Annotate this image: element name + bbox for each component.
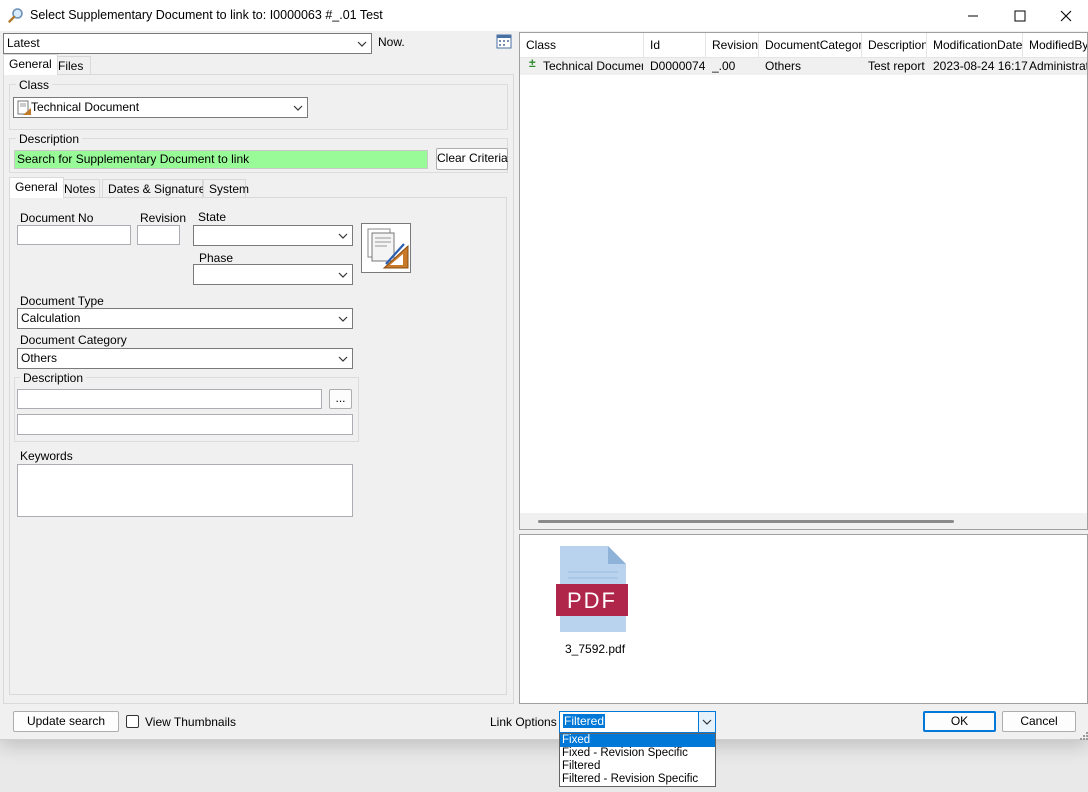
tab-label: Dates & Signatures bbox=[108, 182, 212, 196]
column-header-description[interactable]: Description bbox=[862, 33, 927, 58]
description-search-value: Search for Supplementary Document to lin… bbox=[17, 152, 250, 166]
phase-combo[interactable] bbox=[193, 264, 353, 285]
phase-label: Phase bbox=[199, 251, 234, 265]
tab-notes[interactable]: Notes bbox=[58, 179, 100, 198]
row-revision: _.00 bbox=[712, 59, 736, 73]
document-category-value: Others bbox=[21, 351, 58, 365]
document-template-button[interactable] bbox=[361, 223, 411, 273]
view-thumbnails-checkbox[interactable] bbox=[126, 715, 139, 728]
close-button[interactable] bbox=[1043, 0, 1088, 31]
tab-label: Notes bbox=[64, 182, 96, 196]
document-category-label: Document Category bbox=[20, 333, 127, 347]
state-combo[interactable] bbox=[193, 225, 353, 246]
description-search-input[interactable]: Search for Supplementary Document to lin… bbox=[14, 150, 428, 169]
tab-general-outer[interactable]: General bbox=[3, 54, 58, 75]
view-thumbnails-label: View Thumbnails bbox=[145, 715, 236, 729]
tab-dates-signatures[interactable]: Dates & Signatures bbox=[102, 179, 211, 198]
form-description-label: Description bbox=[20, 371, 87, 385]
tab-label: General bbox=[9, 57, 52, 71]
horizontal-scrollbar[interactable] bbox=[520, 513, 1087, 529]
window-title: Select Supplementary Document to link to… bbox=[30, 8, 383, 22]
revision-label: Revision bbox=[140, 211, 187, 225]
chevron-down-icon bbox=[336, 268, 350, 282]
minimize-button[interactable] bbox=[950, 0, 996, 31]
row-category: Others bbox=[765, 59, 802, 73]
maximize-button[interactable] bbox=[997, 0, 1043, 31]
row-modified-by: Administrator bbox=[1029, 59, 1087, 73]
pdf-badge-label: PDF bbox=[567, 588, 617, 613]
expand-icon[interactable]: ± bbox=[529, 56, 536, 70]
table-row[interactable]: ± Technical Document D0000074 _.00 Other… bbox=[520, 56, 1087, 75]
version-value: Latest bbox=[7, 36, 40, 50]
now-label: Now. bbox=[378, 35, 405, 49]
row-id: D0000074 bbox=[650, 59, 706, 73]
tab-general-inner[interactable]: General bbox=[9, 177, 64, 198]
row-description: Test report bbox=[868, 59, 925, 73]
tab-system[interactable]: System bbox=[203, 179, 250, 198]
document-type-combo[interactable]: Calculation bbox=[17, 308, 353, 329]
tab-label: General bbox=[15, 180, 58, 194]
document-category-combo[interactable]: Others bbox=[17, 348, 353, 369]
keywords-label: Keywords bbox=[20, 449, 73, 463]
document-drafting-icon bbox=[367, 228, 409, 269]
description-input[interactable] bbox=[17, 389, 322, 409]
technical-document-icon bbox=[16, 100, 32, 117]
chevron-down-icon[interactable] bbox=[698, 712, 715, 732]
state-label: State bbox=[198, 210, 227, 224]
column-header-id[interactable]: Id bbox=[644, 33, 706, 58]
keywords-input[interactable] bbox=[17, 464, 353, 517]
chevron-down-icon bbox=[291, 101, 305, 115]
document-no-input[interactable] bbox=[17, 225, 131, 245]
title-bar: Select Supplementary Document to link to… bbox=[0, 0, 1088, 31]
class-value: Technical Document bbox=[31, 100, 140, 114]
chevron-down-icon bbox=[336, 229, 350, 243]
link-options-dropdown: Fixed Fixed - Revision Specific Filtered… bbox=[559, 733, 716, 787]
grid-header: Class Id Revision DocumentCategory Descr… bbox=[520, 33, 1087, 58]
chevron-down-icon bbox=[336, 352, 350, 366]
calendar-icon[interactable] bbox=[495, 32, 513, 50]
tab-label: Files bbox=[58, 59, 84, 73]
results-grid: Class Id Revision DocumentCategory Descr… bbox=[519, 32, 1088, 530]
description-browse-button[interactable]: ... bbox=[329, 389, 352, 409]
document-type-value: Calculation bbox=[21, 311, 81, 325]
column-header-modified-by[interactable]: ModifiedBy bbox=[1023, 33, 1087, 58]
file-name: 3_7592.pdf bbox=[565, 642, 626, 656]
link-options-combo[interactable]: Filtered bbox=[559, 711, 716, 733]
description-second-input[interactable] bbox=[17, 414, 353, 435]
resize-grip-icon[interactable] bbox=[1078, 729, 1088, 743]
version-combo[interactable]: Latest bbox=[3, 33, 372, 54]
column-header-class[interactable]: Class bbox=[520, 33, 644, 58]
cancel-button[interactable]: Cancel bbox=[1002, 711, 1076, 732]
ok-button[interactable]: OK bbox=[923, 711, 996, 732]
description-group-title: Description bbox=[16, 132, 83, 146]
search-icon bbox=[8, 7, 24, 23]
revision-input[interactable] bbox=[137, 225, 180, 245]
dropdown-option-filtered[interactable]: Filtered bbox=[560, 760, 715, 773]
file-preview-pane: PDF 3_7592.pdf bbox=[519, 534, 1088, 704]
clear-criteria-button[interactable]: Clear Criteria bbox=[436, 148, 508, 170]
chevron-down-icon bbox=[336, 312, 350, 326]
column-header-revision[interactable]: Revision bbox=[706, 33, 759, 58]
pdf-file-thumbnail[interactable]: PDF bbox=[556, 544, 628, 634]
row-class: Technical Document bbox=[543, 59, 643, 73]
chevron-down-icon bbox=[355, 37, 369, 51]
tab-files[interactable]: Files bbox=[52, 56, 91, 75]
tab-label: System bbox=[209, 182, 250, 196]
document-type-label: Document Type bbox=[20, 294, 104, 308]
class-combo[interactable]: Technical Document bbox=[13, 97, 308, 118]
link-options-label: Link Options bbox=[490, 715, 557, 729]
column-header-modification-date[interactable]: ModificationDate bbox=[927, 33, 1023, 58]
scrollbar-thumb[interactable] bbox=[538, 520, 954, 523]
row-modified: 2023-08-24 16:17 bbox=[933, 59, 1028, 73]
link-options-value: Filtered bbox=[563, 714, 606, 728]
column-header-document-category[interactable]: DocumentCategory bbox=[759, 33, 862, 58]
update-search-button[interactable]: Update search bbox=[13, 711, 119, 732]
dialog-window: Select Supplementary Document to link to… bbox=[0, 0, 1088, 740]
document-no-label: Document No bbox=[20, 211, 94, 225]
class-group-title: Class bbox=[16, 78, 53, 92]
dropdown-option-fixed-revision-specific[interactable]: Fixed - Revision Specific bbox=[560, 747, 715, 760]
dropdown-option-filtered-revision-specific[interactable]: Filtered - Revision Specific bbox=[560, 773, 715, 786]
dropdown-option-fixed[interactable]: Fixed bbox=[560, 734, 715, 747]
